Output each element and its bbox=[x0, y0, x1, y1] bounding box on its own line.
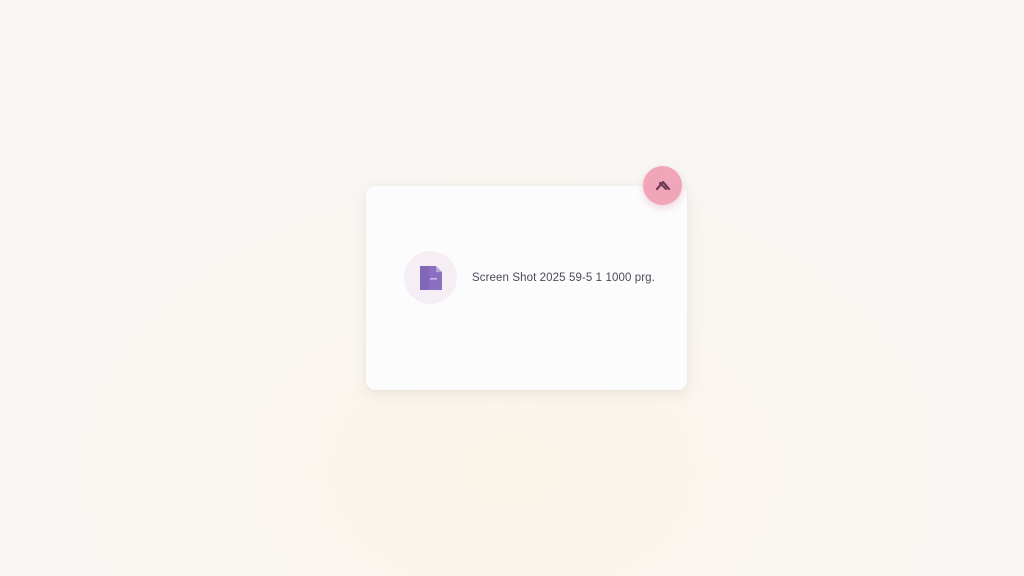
desktop-background: { "file_card": { "file_name": "Screen Sh… bbox=[0, 0, 1024, 576]
document-icon bbox=[419, 265, 442, 290]
file-icon-badge bbox=[404, 251, 457, 304]
file-name: Screen Shot 2025 59-5 1 1000 prg. bbox=[472, 271, 655, 284]
close-button[interactable] bbox=[643, 166, 682, 205]
file-item[interactable]: Screen Shot 2025 59-5 1 1000 prg. bbox=[404, 251, 655, 304]
close-icon bbox=[655, 180, 670, 190]
file-card: Screen Shot 2025 59-5 1 1000 prg. bbox=[366, 186, 687, 390]
